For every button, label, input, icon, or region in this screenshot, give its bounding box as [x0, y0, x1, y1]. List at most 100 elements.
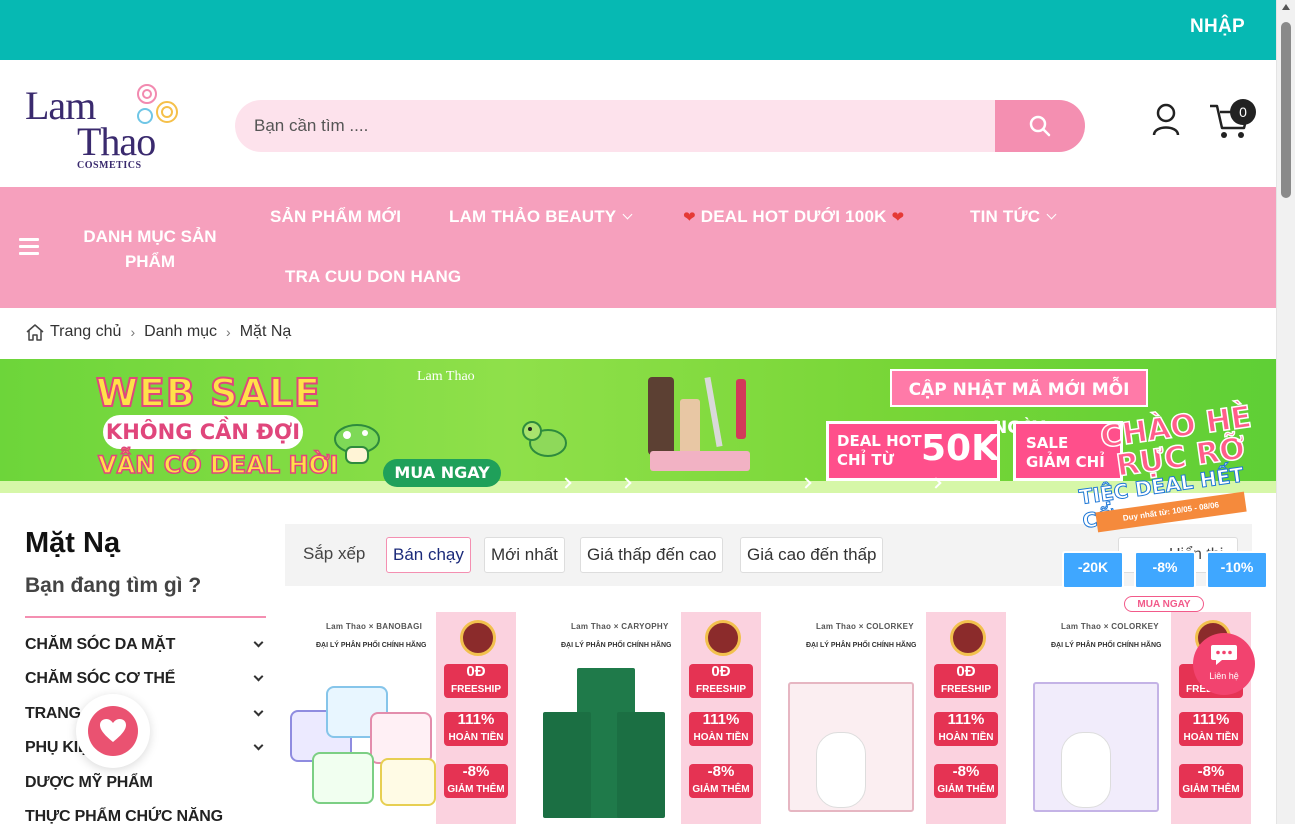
- nav-item-label: TRA CUU DON HANG: [285, 267, 462, 286]
- refund-tag: 111% HOÀN TIỀN: [444, 712, 508, 746]
- breadcrumb-separator-icon: ›: [130, 324, 136, 340]
- search-input[interactable]: [235, 100, 995, 152]
- mask-box: [617, 712, 665, 818]
- nav-item-label: DEAL HOT DƯỚI 100K: [700, 207, 887, 226]
- page: NHẬP Lam Thao COSMETICS Bạn cần tìm ....…: [0, 0, 1295, 824]
- banner-buy-button[interactable]: MUA NGAY: [383, 459, 501, 487]
- product-brand: Lam Thao × COLORKEY: [1061, 622, 1159, 631]
- refund-value: 111%: [1192, 711, 1230, 728]
- discount-value: -8%: [707, 763, 735, 780]
- refund-tag: 111% HOÀN TIỀN: [689, 712, 753, 746]
- chevron-down-icon[interactable]: [253, 671, 264, 682]
- top-bar: NHẬP: [0, 0, 1276, 60]
- product-distributor: ĐẠI LÝ PHÂN PHỐI CHÍNH HÃNG: [561, 642, 672, 649]
- summer-promo-popup[interactable]: CHÀO HÈ RỰC RỠ TIỆC DEAL HẾT CỠ Duy nhất…: [1060, 399, 1270, 615]
- discount-label: GIẢM THÊM: [1182, 784, 1240, 795]
- user-account-icon[interactable]: [1150, 103, 1182, 137]
- product-card[interactable]: Lam Thao × CARYOPHY ĐẠI LÝ PHÂN PHỐI CHÍ…: [531, 612, 761, 824]
- freeship-value: 0Đ: [466, 663, 486, 680]
- cart-count-badge: 0: [1230, 99, 1256, 125]
- banner-tagline: VẪN CÓ DEAL HỜI: [97, 450, 339, 480]
- discount-tag: -8% GIẢM THÊM: [1179, 764, 1243, 798]
- chat-icon: [1211, 645, 1237, 665]
- discount-label: GIẢM THÊM: [937, 784, 995, 795]
- hamburger-menu-icon[interactable]: [19, 238, 39, 256]
- voucher-badge[interactable]: -8%: [1134, 551, 1196, 589]
- medal-badge-icon: [950, 620, 986, 656]
- header: Lam Thao COSMETICS Bạn cần tìm .... 0: [0, 60, 1276, 187]
- sidebar-title: Mặt Nạ: [25, 527, 121, 559]
- search-bar: [235, 100, 1085, 152]
- scroll-up-arrow-icon[interactable]: [1282, 4, 1290, 10]
- contact-button[interactable]: Liên hệ: [1193, 633, 1255, 695]
- main-nav: DANH MỤC SẢN PHẨM SẢN PHẨM MỚI LAM THẢO …: [0, 187, 1276, 308]
- nav-item-news[interactable]: TIN TỨC: [970, 207, 1057, 227]
- voucher-value: -10%: [1220, 559, 1254, 575]
- breadcrumb-category[interactable]: Danh mục: [144, 323, 217, 341]
- sidebar-item-body-care[interactable]: CHĂM SÓC CƠ THỂ: [25, 670, 266, 688]
- product-card[interactable]: Lam Thao × BANOBAGI ĐẠI LÝ PHÂN PHỐI CHÍ…: [286, 612, 516, 824]
- contact-label: Liên hệ: [1209, 671, 1239, 681]
- mask-box: [543, 712, 591, 818]
- refund-label: HOÀN TIỀN: [1183, 732, 1239, 743]
- sidebar-item-face-care[interactable]: CHĂM SÓC DA MẶT: [25, 636, 266, 654]
- discount-value: -8%: [952, 763, 980, 780]
- turtle-mascot-icon: [522, 421, 567, 457]
- wishlist-circle: [88, 706, 138, 756]
- home-icon[interactable]: [25, 322, 45, 342]
- search-button[interactable]: [995, 100, 1085, 152]
- logo-swirl-icon: [137, 84, 178, 124]
- nav-item-new-products[interactable]: SẢN PHẨM MỚI: [270, 207, 401, 227]
- discount-tag: -8% GIẢM THÊM: [689, 764, 753, 798]
- nav-item-lam-thao-beauty[interactable]: LAM THẢO BEAUTY: [449, 207, 633, 227]
- summer-buy-button[interactable]: MUA NGAY: [1124, 596, 1204, 612]
- sort-price-asc[interactable]: Giá thấp đến cao: [580, 537, 724, 573]
- breadcrumb-home[interactable]: Trang chủ: [50, 323, 121, 341]
- refund-label: HOÀN TIỀN: [938, 732, 994, 743]
- login-link[interactable]: NHẬP: [1190, 16, 1245, 38]
- chevron-down-icon[interactable]: [253, 740, 264, 751]
- refund-tag: 111% HOÀN TIỀN: [934, 712, 998, 746]
- refund-label: HOÀN TIỀN: [448, 732, 504, 743]
- refund-value: 111%: [702, 711, 740, 728]
- banner-deal-box: DEAL HOT CHỈ TỪ 50K: [826, 421, 1000, 481]
- wishlist-button[interactable]: [76, 694, 150, 768]
- discount-value: -8%: [462, 763, 490, 780]
- sidebar-item-supplements[interactable]: THỰC PHẨM CHỨC NĂNG: [25, 808, 266, 824]
- nav-item-deal-hot[interactable]: ❤ DEAL HOT DƯỚI 100K ❤: [683, 207, 904, 227]
- chevron-down-icon[interactable]: [253, 706, 264, 717]
- face-mask-sheet: [816, 732, 866, 808]
- sort-price-desc[interactable]: Giá cao đến thấp: [740, 537, 884, 573]
- sidebar-item-cosmeceuticals[interactable]: DƯỢC MỸ PHẨM: [25, 774, 266, 792]
- cosmetics-products-image: [648, 376, 750, 471]
- heart-icon: ❤: [683, 209, 696, 226]
- banner-title: WEB SALE: [95, 370, 322, 416]
- discount-tag: -8% GIẢM THÊM: [934, 764, 998, 798]
- scroll-thumb[interactable]: [1281, 22, 1291, 198]
- chevron-down-icon[interactable]: [253, 637, 264, 648]
- banner-pill: KHÔNG CẦN ĐỢI: [103, 415, 303, 449]
- sort-best-selling[interactable]: Bán chạy: [386, 537, 471, 573]
- product-distributor: ĐẠI LÝ PHÂN PHỐI CHÍNH HÃNG: [1051, 642, 1162, 649]
- refund-label: HOÀN TIỀN: [693, 732, 749, 743]
- sort-newest[interactable]: Mới nhất: [484, 537, 565, 573]
- voucher-badge[interactable]: -10%: [1206, 551, 1268, 589]
- voucher-badge[interactable]: -20K: [1062, 551, 1124, 589]
- product-distributor: ĐẠI LÝ PHÂN PHỐI CHÍNH HÃNG: [806, 642, 917, 649]
- logo[interactable]: Lam Thao COSMETICS: [25, 82, 185, 174]
- discount-tag: -8% GIẢM THÊM: [444, 764, 508, 798]
- breadcrumb: Trang chủ › Danh mục › Mặt Nạ: [25, 322, 291, 342]
- category-menu-label[interactable]: DANH MỤC SẢN PHẨM: [70, 224, 230, 274]
- product-card[interactable]: Lam Thao × COLORKEY ĐẠI LÝ PHÂN PHỐI CHÍ…: [776, 612, 1006, 824]
- breadcrumb-current: Mặt Nạ: [239, 323, 292, 340]
- freeship-tag: 0Đ FREESHIP: [444, 664, 508, 698]
- voucher-value: -8%: [1152, 559, 1178, 575]
- refund-value: 111%: [947, 711, 985, 728]
- freeship-value: 0Đ: [711, 663, 731, 680]
- refund-tag: 111% HOÀN TIỀN: [1179, 712, 1243, 746]
- discount-label: GIẢM THÊM: [692, 784, 750, 795]
- nav-item-order-lookup[interactable]: TRA CUU DON HANG: [285, 267, 461, 287]
- scrollbar[interactable]: [1276, 0, 1295, 824]
- freeship-value: 0Đ: [956, 663, 976, 680]
- sidebar-item-label: DƯỢC MỸ PHẨM: [25, 774, 153, 791]
